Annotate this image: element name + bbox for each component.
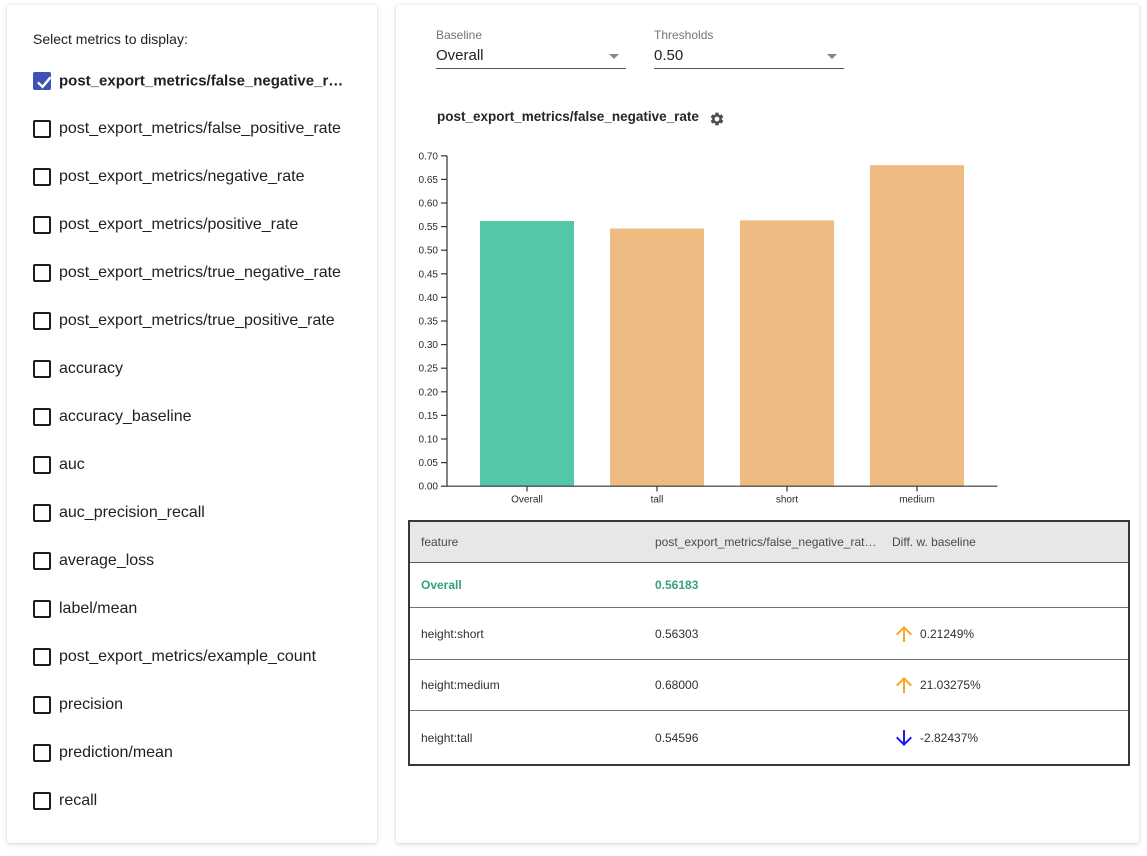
svg-text:0.00: 0.00 (419, 482, 439, 493)
svg-text:0.40: 0.40 (419, 293, 439, 304)
svg-text:0.15: 0.15 (419, 411, 439, 422)
svg-text:medium: medium (899, 495, 935, 506)
svg-text:0.20: 0.20 (419, 387, 439, 398)
svg-text:0.50: 0.50 (419, 246, 439, 257)
svg-text:0.35: 0.35 (419, 317, 439, 328)
svg-text:0.60: 0.60 (419, 199, 439, 210)
svg-text:0.70: 0.70 (419, 151, 439, 162)
svg-text:0.65: 0.65 (419, 175, 439, 186)
svg-text:0.25: 0.25 (419, 364, 439, 375)
svg-text:0.05: 0.05 (419, 458, 439, 469)
svg-text:tall: tall (651, 495, 664, 506)
svg-text:0.55: 0.55 (419, 222, 439, 233)
svg-text:0.10: 0.10 (419, 435, 439, 446)
svg-text:short: short (776, 495, 798, 506)
svg-text:0.30: 0.30 (419, 340, 439, 351)
svg-text:0.45: 0.45 (419, 269, 439, 280)
svg-text:Overall: Overall (511, 495, 543, 506)
